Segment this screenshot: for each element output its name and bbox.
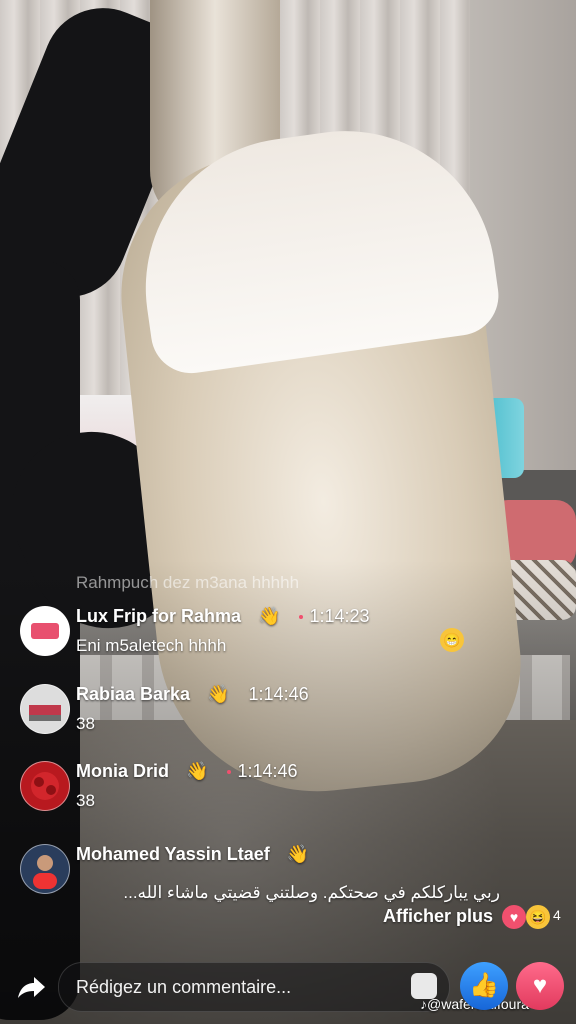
- love-button[interactable]: ♥: [516, 962, 564, 1010]
- live-dot-icon: [227, 770, 232, 775]
- author-name: Lux Frip for Rahma: [76, 606, 242, 626]
- wave-icon: 👋: [286, 844, 310, 864]
- share-icon[interactable]: [14, 970, 48, 1004]
- comment-author[interactable]: Mohamed Yassin Ltaef 👋: [76, 844, 309, 865]
- like-button[interactable]: 👍: [460, 962, 508, 1010]
- avatar[interactable]: [20, 606, 70, 656]
- faded-comment: Rahmpuch dez m3ana hhhhh: [76, 573, 300, 592]
- haha-reaction-icon: 😆: [526, 905, 550, 929]
- avatar[interactable]: [20, 844, 70, 894]
- time-text: 1:14:23: [309, 606, 370, 626]
- comment-time: 1:14:46: [227, 761, 298, 782]
- comment-input[interactable]: Rédigez un commentaire...: [58, 962, 450, 1012]
- author-name: Monia Drid: [76, 761, 169, 781]
- live-dot-icon: [299, 615, 304, 620]
- comment-author[interactable]: Lux Frip for Rahma 👋 1:14:23: [76, 606, 370, 627]
- comment-author[interactable]: Monia Drid 👋 1:14:46: [76, 761, 298, 782]
- heart-icon: ♥: [532, 972, 548, 999]
- comment-text: Eni m5aletech hhhh: [76, 636, 227, 655]
- avatar[interactable]: [20, 761, 70, 811]
- reaction-count: 4: [553, 907, 561, 923]
- thumbs-up-icon: 👍: [469, 972, 499, 999]
- emoji-icon: 😁: [440, 628, 464, 652]
- time-text: 1:14:46: [237, 761, 298, 781]
- comment-text: 38: [76, 791, 95, 810]
- wave-icon: 👋: [258, 606, 281, 626]
- comment-placeholder: Rédigez un commentaire...: [76, 977, 292, 997]
- wave-icon: 👋: [207, 684, 230, 704]
- heart-reaction-icon: ♥: [502, 905, 526, 929]
- time-text: 1:14:46: [248, 684, 309, 704]
- author-name: Mohamed Yassin Ltaef: [76, 844, 270, 864]
- comment-author[interactable]: Rabiaa Barka 👋 1:14:46: [76, 684, 309, 705]
- comment-time: 1:14:46: [249, 684, 309, 705]
- see-more-link[interactable]: Afficher plus: [383, 906, 493, 927]
- comment-time: 1:14:23: [299, 606, 370, 627]
- avatar[interactable]: [20, 684, 70, 734]
- comment-text: ربي يباركلكم في صحتكم. وصلتني قضيتي ماشا…: [123, 883, 500, 902]
- wave-icon: 👋: [186, 761, 209, 781]
- live-video-frame: [0, 0, 576, 1024]
- author-name: Rabiaa Barka: [76, 684, 191, 704]
- comment-text: 38: [76, 714, 95, 733]
